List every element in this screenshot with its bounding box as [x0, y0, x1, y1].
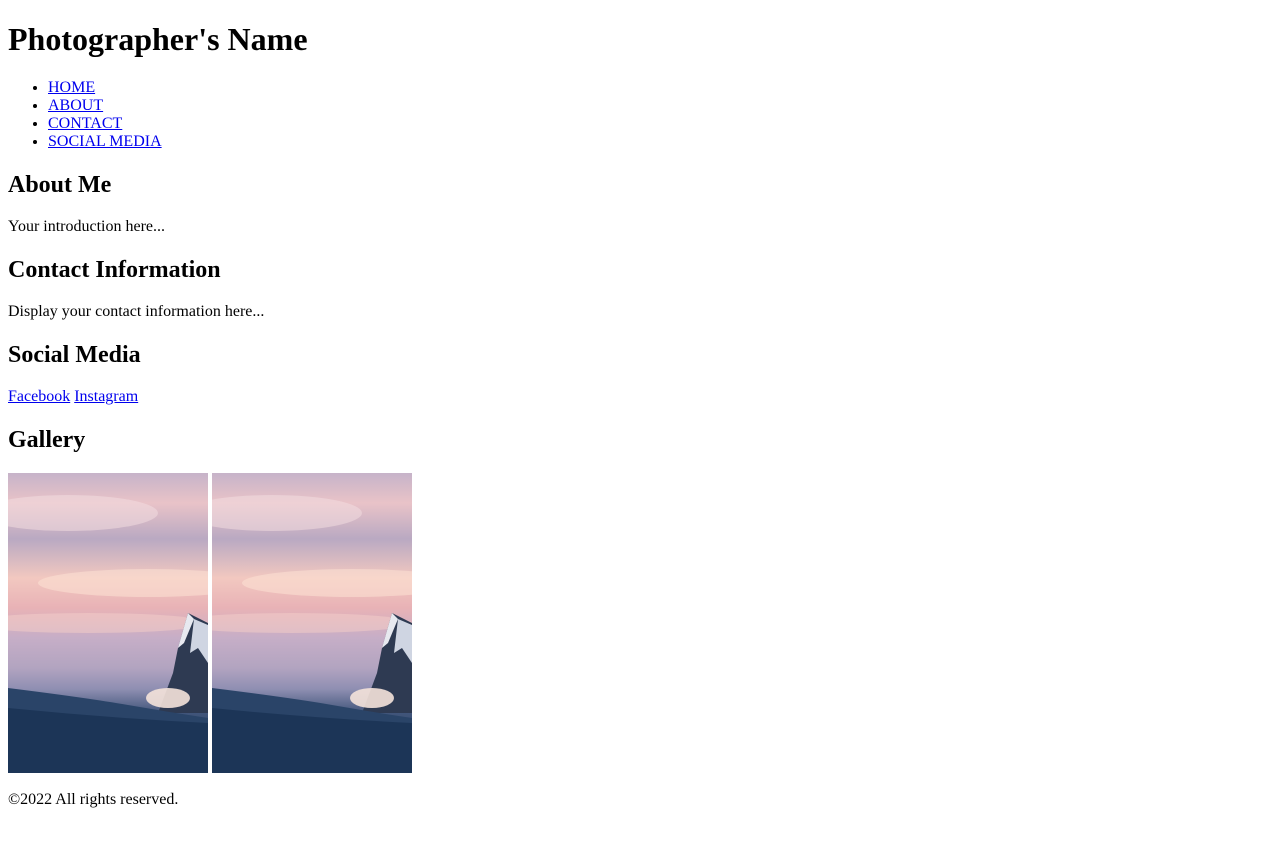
- facebook-link[interactable]: Facebook: [8, 388, 70, 405]
- gallery-image[interactable]: [212, 473, 412, 773]
- mountain-image: [212, 495, 412, 773]
- about-heading: About Me: [8, 172, 112, 198]
- page: Photographer's Name HOME ABOUT CONTACT S…: [0, 21, 1280, 809]
- nav-item-about: ABOUT: [48, 97, 1272, 115]
- gallery-heading: Gallery: [8, 427, 86, 453]
- nav-link-social-media[interactable]: SOCIAL MEDIA: [48, 133, 162, 150]
- nav-link-contact[interactable]: CONTACT: [48, 115, 122, 132]
- nav-item-home: HOME: [48, 79, 1272, 97]
- contact-heading: Contact Information: [8, 257, 221, 283]
- nav-link-about[interactable]: ABOUT: [48, 97, 103, 114]
- nav-link-home[interactable]: HOME: [48, 79, 95, 96]
- social-section: Social Media Facebook Instagram: [8, 341, 1272, 406]
- gallery-image[interactable]: [8, 473, 208, 773]
- contact-text: Display your contact information here...: [8, 303, 265, 320]
- site-title: Photographer's Name: [8, 21, 308, 57]
- copyright-text: ©2022 All rights reserved.: [8, 791, 179, 808]
- about-text: Your introduction here...: [8, 218, 166, 235]
- gallery-section: Gallery: [8, 426, 1272, 773]
- site-footer: ©2022 All rights reserved.: [8, 791, 1272, 809]
- site-header: Photographer's Name HOME ABOUT CONTACT S…: [8, 21, 1272, 151]
- nav-item-contact: CONTACT: [48, 115, 1272, 133]
- nav-list: HOME ABOUT CONTACT SOCIAL MEDIA: [8, 79, 1272, 151]
- contact-section: Contact Information Display your contact…: [8, 256, 1272, 321]
- main-nav: HOME ABOUT CONTACT SOCIAL MEDIA: [8, 79, 1272, 151]
- nav-item-social-media: SOCIAL MEDIA: [48, 133, 1272, 151]
- mountain-image: [8, 495, 208, 773]
- social-links: Facebook Instagram: [8, 388, 1272, 406]
- gallery-grid: [8, 473, 1272, 773]
- social-heading: Social Media: [8, 342, 141, 368]
- instagram-link[interactable]: Instagram: [74, 388, 138, 405]
- about-section: About Me Your introduction here...: [8, 171, 1272, 236]
